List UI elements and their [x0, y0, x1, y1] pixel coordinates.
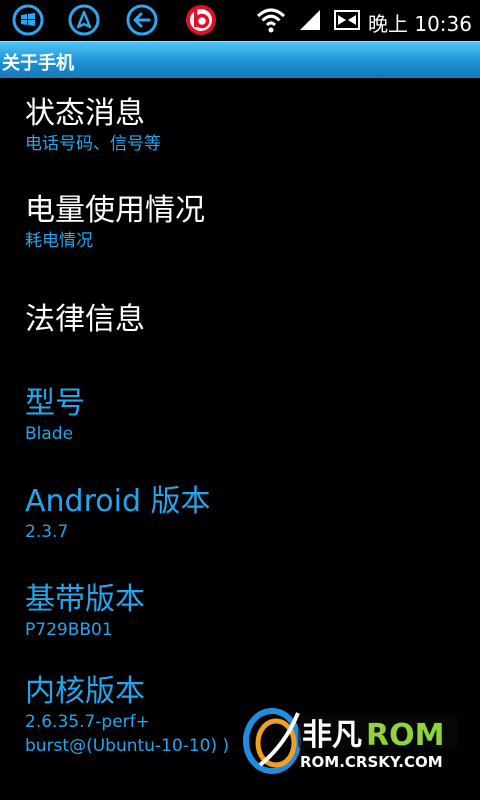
item-value: Blade: [25, 424, 74, 444]
signal-icon: [300, 10, 320, 30]
list-item-baseband-version: 基带版本 P729BB01: [25, 582, 470, 642]
item-title: 型号: [25, 386, 85, 421]
back-icon[interactable]: [126, 4, 158, 36]
item-subtitle: 耗电情况: [25, 231, 93, 251]
status-bar: 晚上 10:36: [0, 0, 480, 41]
list-item-legal-info[interactable]: 法律信息: [25, 302, 470, 338]
item-value: 2.3.7: [25, 522, 69, 542]
page-title: 关于手机: [2, 53, 74, 74]
item-title: 基带版本: [25, 582, 145, 617]
clock: 晚上 10:36: [368, 12, 472, 36]
item-title: 法律信息: [25, 302, 145, 337]
svg-text:非凡: 非凡: [302, 718, 362, 753]
svg-text:ROM: ROM: [366, 718, 444, 753]
item-value: P729BB01: [25, 620, 113, 640]
list-item-model: 型号 Blade: [25, 386, 470, 446]
battery-icon: [334, 10, 360, 30]
crsky-rom-watermark-logo: 非凡 ROM ROM.CRSKY.COM: [243, 708, 458, 774]
wifi-icon: [256, 8, 286, 33]
beats-audio-icon: [186, 5, 216, 35]
item-subtitle: 电话号码、信号等: [25, 134, 161, 154]
list-item-android-version: Android 版本 2.3.7: [25, 484, 470, 544]
svg-text:ROM.CRSKY.COM: ROM.CRSKY.COM: [300, 753, 443, 771]
navigation-icon[interactable]: [68, 4, 100, 36]
list-item-battery-use[interactable]: 电量使用情况 耗电情况: [25, 193, 470, 253]
item-title: 状态消息: [25, 96, 145, 131]
item-title: 电量使用情况: [25, 193, 205, 228]
item-title: Android 版本: [25, 484, 211, 519]
list-item-status[interactable]: 状态消息 电话号码、信号等: [25, 96, 470, 156]
title-bar: 关于手机: [0, 41, 480, 78]
windows-start-icon[interactable]: [12, 4, 44, 36]
